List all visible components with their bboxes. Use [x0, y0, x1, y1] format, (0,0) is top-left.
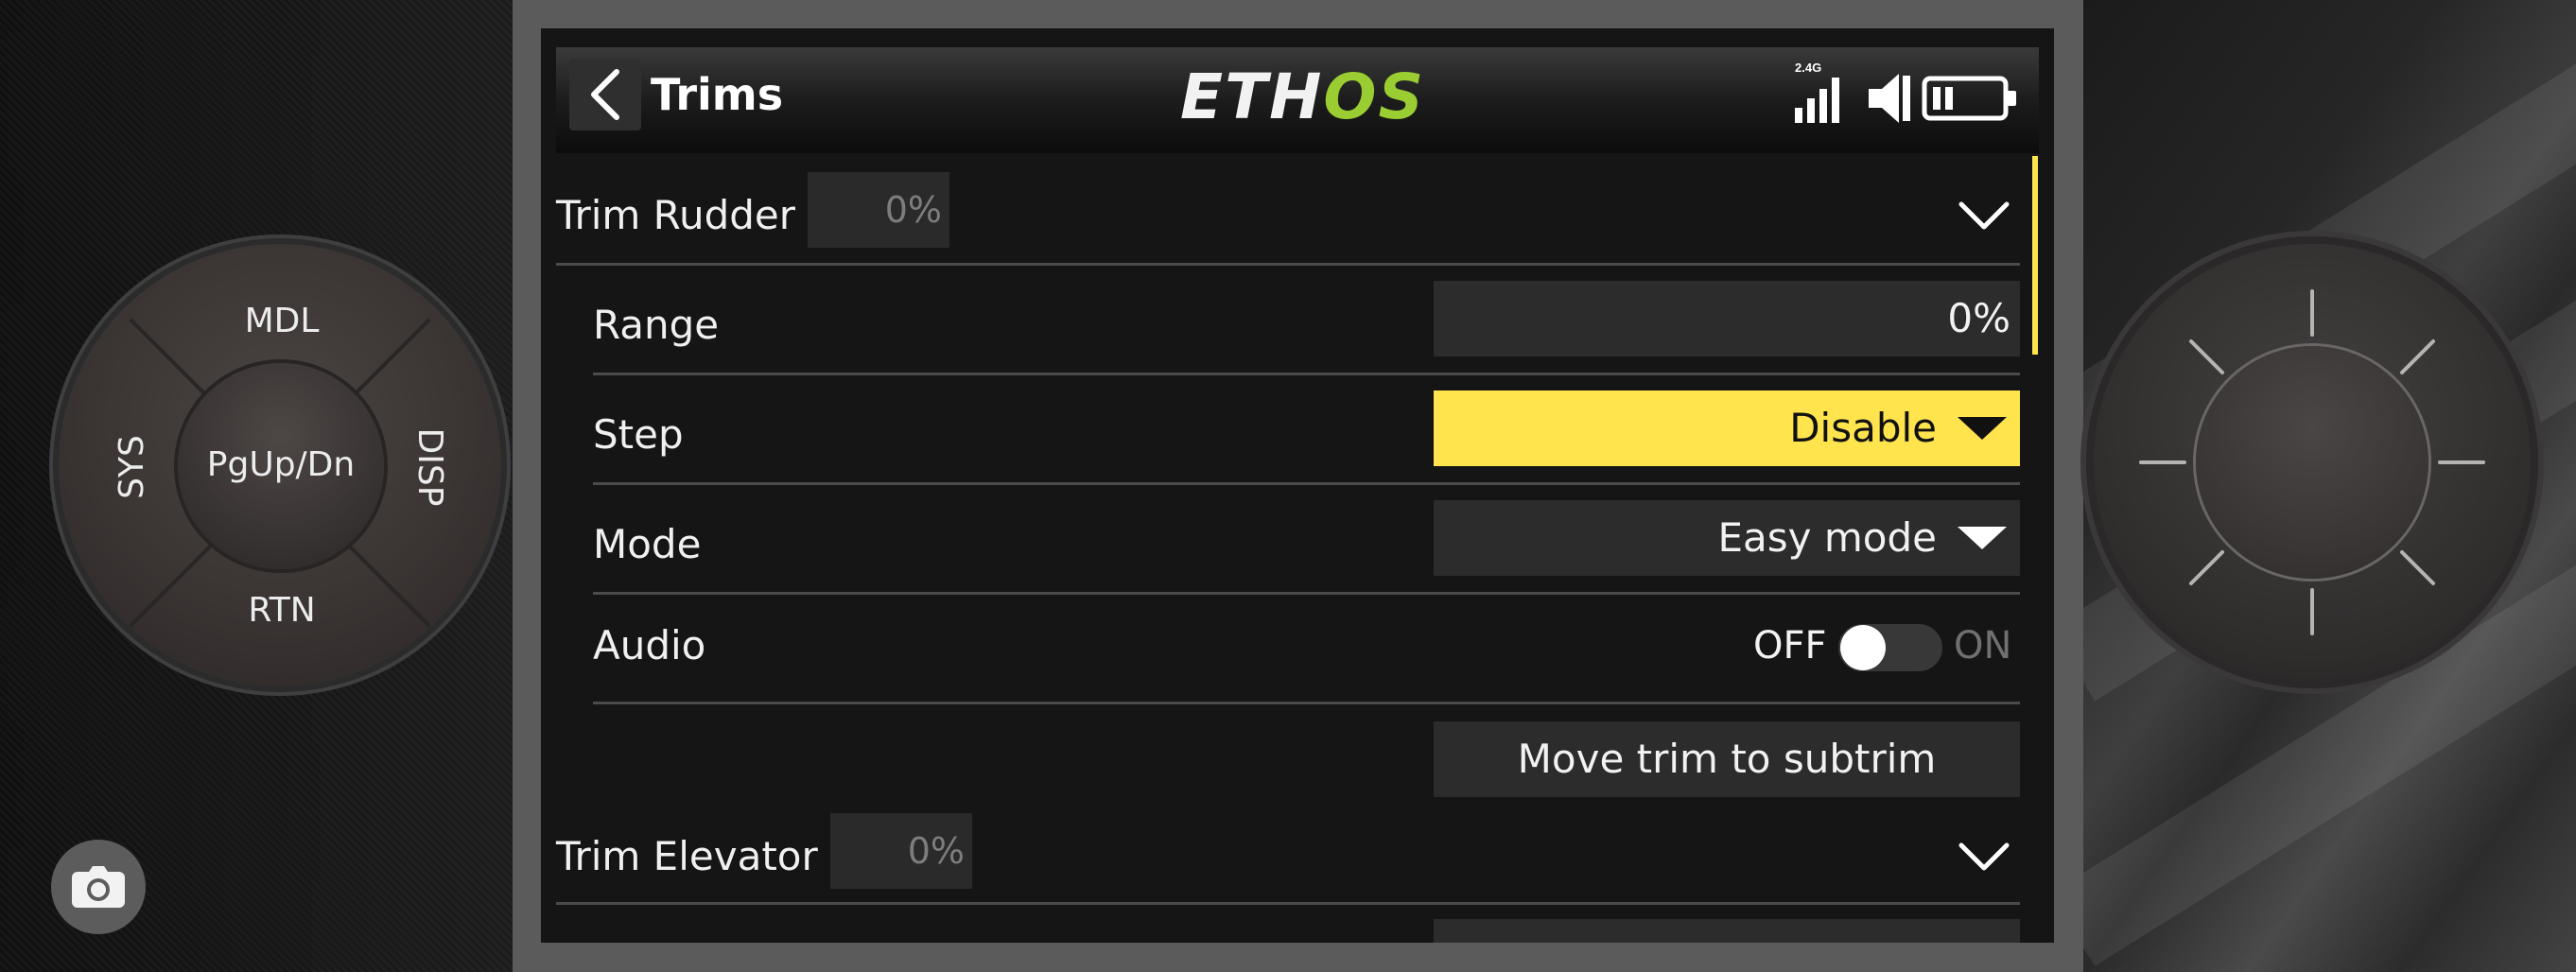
step-dropdown[interactable]: Disable [1434, 391, 2020, 466]
audio-toggle-knob[interactable] [1840, 625, 1886, 670]
dpad-rtn-button[interactable]: RTN [223, 590, 340, 632]
move-trim-to-subtrim-button[interactable]: Move trim to subtrim [1434, 721, 2020, 797]
audio-on-label: ON [1954, 624, 2012, 668]
row-separator [593, 592, 2020, 595]
trim-rudder-value: 0% [808, 172, 949, 248]
ethos-logo: ETHOS [1180, 61, 1425, 133]
chevron-down-icon[interactable] [1958, 838, 2010, 876]
partial-field[interactable] [1434, 919, 2020, 943]
mode-dropdown[interactable]: Easy mode [1434, 500, 2020, 576]
battery-icon [1922, 76, 2016, 121]
dpad-disp-button[interactable]: DISP [409, 408, 450, 526]
title-bar: Trims ETHOS 2.4G [556, 47, 2039, 153]
camera-icon [72, 866, 125, 908]
range-field[interactable]: 0% [1434, 281, 2020, 356]
rotary-wheel-center[interactable] [2196, 346, 2428, 579]
trim-elevator-value: 0% [830, 813, 972, 889]
step-label: Step [593, 411, 684, 458]
camera-button[interactable] [51, 840, 146, 934]
speaker-icon [1869, 74, 1910, 123]
row-separator [556, 263, 2020, 266]
chevron-down-icon[interactable] [1958, 197, 2010, 234]
audio-label: Audio [593, 622, 706, 668]
triangle-down-icon [1958, 527, 2007, 549]
status-icons: 2.4G [1795, 61, 2022, 127]
scroll-indicator[interactable] [2032, 156, 2038, 355]
range-label: Range [593, 302, 720, 348]
dpad-pgup-dn-label: PgUp/Dn [206, 445, 356, 484]
row-separator [556, 902, 2020, 905]
back-button[interactable] [569, 59, 641, 130]
signal-bars-icon: 2.4G [1795, 61, 1839, 123]
trim-rudder-label: Trim Rudder [556, 192, 796, 238]
svg-text:2.4G: 2.4G [1795, 61, 1821, 75]
row-separator [593, 702, 2020, 704]
page-title: Trims [651, 69, 784, 120]
row-separator [593, 482, 2020, 485]
row-separator [593, 373, 2020, 375]
lcd-screen: Trims ETHOS 2.4G Trim Rudder 0% Range 0%… [541, 28, 2054, 943]
trim-elevator-label: Trim Elevator [556, 833, 818, 879]
audio-off-label: OFF [1753, 624, 1827, 668]
triangle-down-icon [1958, 417, 2007, 440]
dpad-mdl-button[interactable]: MDL [223, 301, 340, 342]
back-chevron-icon [591, 69, 619, 120]
dpad-sys-button[interactable]: SYS [112, 412, 153, 522]
mode-label: Mode [593, 521, 702, 567]
